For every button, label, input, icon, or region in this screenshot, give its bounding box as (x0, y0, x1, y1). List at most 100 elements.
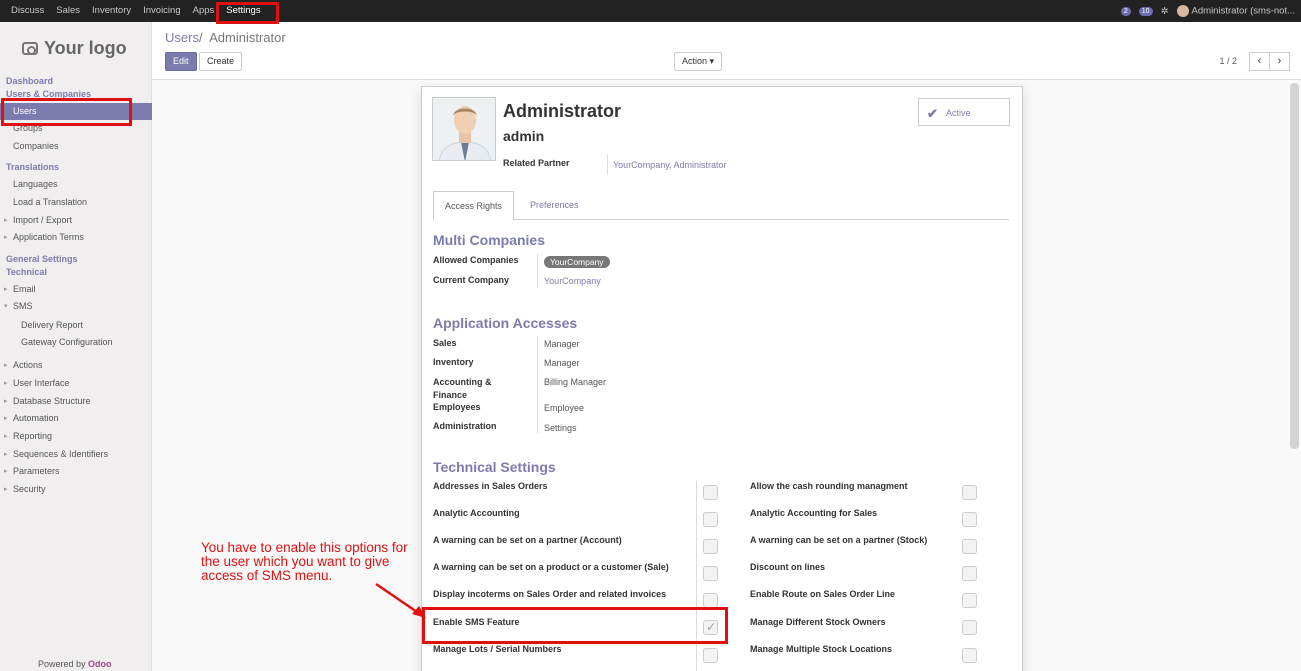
access-employees-value[interactable]: Employee (544, 403, 584, 413)
sidebar-item-import-export[interactable]: ▸ Import / Export (0, 212, 152, 229)
setting-label: A warning can be set on a partner (Stock… (750, 535, 928, 545)
conversations-count: 2 (1120, 6, 1131, 16)
action-dropdown[interactable]: Action ▾ (674, 52, 723, 71)
sidebar-item-reporting[interactable]: ▸ Reporting (0, 428, 152, 445)
systray: 2 10 ✲ Administrator (sms-not... (1120, 0, 1295, 22)
divider (537, 253, 538, 287)
setting-checkbox[interactable] (962, 593, 977, 608)
sidebar-item-parameters[interactable]: ▸ Parameters (0, 463, 152, 480)
sidebar-item-application-terms[interactable]: ▸ Application Terms (0, 229, 152, 246)
setting-checkbox[interactable] (703, 485, 718, 500)
sidebar-item-user-interface[interactable]: ▸ User Interface (0, 375, 152, 392)
annotation-arrow-icon (375, 582, 426, 618)
setting-label: Analytic Accounting for Sales (750, 508, 878, 518)
breadcrumb-users[interactable]: Users (165, 30, 199, 45)
caret-right-icon: ▸ (4, 217, 8, 224)
active-label: Active (946, 108, 971, 118)
sidebar-item-sms[interactable]: ▾ SMS (0, 298, 152, 315)
menu-discuss[interactable]: Discuss (5, 0, 50, 22)
user-menu[interactable]: Administrator (sms-not... (1176, 5, 1295, 17)
menu-invoicing[interactable]: Invoicing (137, 0, 187, 22)
pager-next-button[interactable]: › (1269, 52, 1290, 71)
allowed-companies-label: Allowed Companies (433, 255, 519, 265)
check-icon: ✔ (927, 106, 938, 121)
divider (607, 155, 608, 175)
scrollbar[interactable] (1290, 83, 1299, 449)
setting-checkbox[interactable] (962, 620, 977, 635)
setting-checkbox[interactable] (703, 593, 718, 608)
debug-icon[interactable]: ✲ (1161, 6, 1169, 17)
tab-preferences[interactable]: Preferences (519, 191, 590, 220)
setting-label: Manage Different Stock Owners (750, 617, 886, 627)
breadcrumb-current: Administrator (209, 30, 286, 45)
caret-right-icon: ▸ (4, 398, 8, 405)
odoo-link[interactable]: Odoo (88, 659, 112, 669)
sidebar-item-load-translation[interactable]: Load a Translation (0, 194, 152, 211)
highlight-settings-menu (216, 2, 279, 24)
setting-checkbox[interactable] (703, 648, 718, 663)
menu-sales[interactable]: Sales (50, 0, 86, 22)
sidebar-item-label: Automation (13, 413, 59, 423)
sidebar-item-languages[interactable]: Languages (0, 176, 152, 193)
access-administration-label: Administration (433, 421, 497, 431)
sidebar-item-actions[interactable]: ▸ Actions (0, 357, 152, 374)
sidebar-item-security[interactable]: ▸ Security (0, 481, 152, 498)
avatar (1176, 5, 1189, 17)
caret-right-icon: ▸ (4, 433, 8, 440)
caret-down-icon: ▾ (4, 303, 8, 310)
activities-icon[interactable]: 10 (1138, 6, 1153, 16)
setting-label: A warning can be set on a product or a c… (433, 562, 669, 572)
sidebar-item-label: Database Structure (13, 396, 91, 406)
access-sales-value[interactable]: Manager (544, 339, 580, 349)
sidebar-item-label: Reporting (13, 431, 53, 441)
conversations-icon[interactable]: 2 (1120, 6, 1131, 16)
setting-label: Discount on lines (750, 562, 826, 572)
access-administration-value[interactable]: Settings (544, 423, 577, 433)
setting-checkbox[interactable] (962, 539, 977, 554)
setting-checkbox[interactable] (962, 512, 977, 527)
sidebar-item-dashboard[interactable]: Dashboard (6, 76, 53, 86)
allowed-company-tag[interactable]: YourCompany (544, 256, 610, 268)
active-toggle-button[interactable]: ✔ Active (918, 98, 1010, 126)
setting-label: A warning can be set on a partner (Accou… (433, 535, 622, 545)
divider (537, 337, 538, 433)
current-company-link[interactable]: YourCompany (544, 276, 601, 286)
setting-checkbox[interactable] (703, 512, 718, 527)
sidebar-item-delivery-report[interactable]: Delivery Report (0, 317, 152, 334)
breadcrumb-separator: / (198, 30, 203, 45)
menu-inventory[interactable]: Inventory (86, 0, 137, 22)
user-photo[interactable] (432, 97, 496, 161)
highlight-users-item (1, 98, 132, 126)
related-partner-link[interactable]: YourCompany, Administrator (613, 160, 727, 170)
setting-label: Display incoterms on Sales Order and rel… (433, 589, 667, 599)
access-accounting-value[interactable]: Billing Manager (544, 377, 606, 387)
setting-checkbox[interactable] (703, 539, 718, 554)
setting-label: Manage Multiple Stock Locations (750, 644, 893, 654)
sidebar-item-email[interactable]: ▸ Email (0, 281, 152, 298)
access-inventory-label: Inventory (433, 357, 474, 367)
setting-checkbox[interactable] (703, 566, 718, 581)
caret-right-icon: ▸ (4, 362, 8, 369)
related-partner-label: Related Partner (503, 158, 570, 168)
notebook-tabs: Access Rights Preferences (433, 191, 1009, 221)
control-panel: Users/ Administrator Edit Create Action … (152, 22, 1301, 80)
sidebar-item-database-structure[interactable]: ▸ Database Structure (0, 393, 152, 410)
access-inventory-value[interactable]: Manager (544, 358, 580, 368)
tab-access-rights[interactable]: Access Rights (433, 191, 515, 221)
pager-value: 1 / 2 (1219, 56, 1237, 66)
sidebar-item-label: Security (13, 484, 46, 494)
sidebar-item-automation[interactable]: ▸ Automation (0, 410, 152, 427)
setting-checkbox[interactable] (962, 485, 977, 500)
caret-right-icon: ▸ (4, 380, 8, 387)
activities-count: 10 (1138, 6, 1153, 16)
sidebar-item-gateway-configuration[interactable]: Gateway Configuration (0, 334, 152, 351)
edit-button[interactable]: Edit (165, 52, 197, 71)
sidebar-item-sequences[interactable]: ▸ Sequences & Identifiers (0, 446, 152, 463)
setting-checkbox[interactable] (962, 648, 977, 663)
create-button[interactable]: Create (199, 52, 243, 71)
setting-checkbox[interactable] (962, 566, 977, 581)
caret-right-icon: ▸ (4, 486, 8, 493)
pager-previous-button[interactable]: ‹ (1249, 52, 1270, 71)
sidebar-item-general-settings[interactable]: General Settings (6, 254, 78, 264)
sidebar-item-companies[interactable]: Companies (0, 138, 152, 155)
